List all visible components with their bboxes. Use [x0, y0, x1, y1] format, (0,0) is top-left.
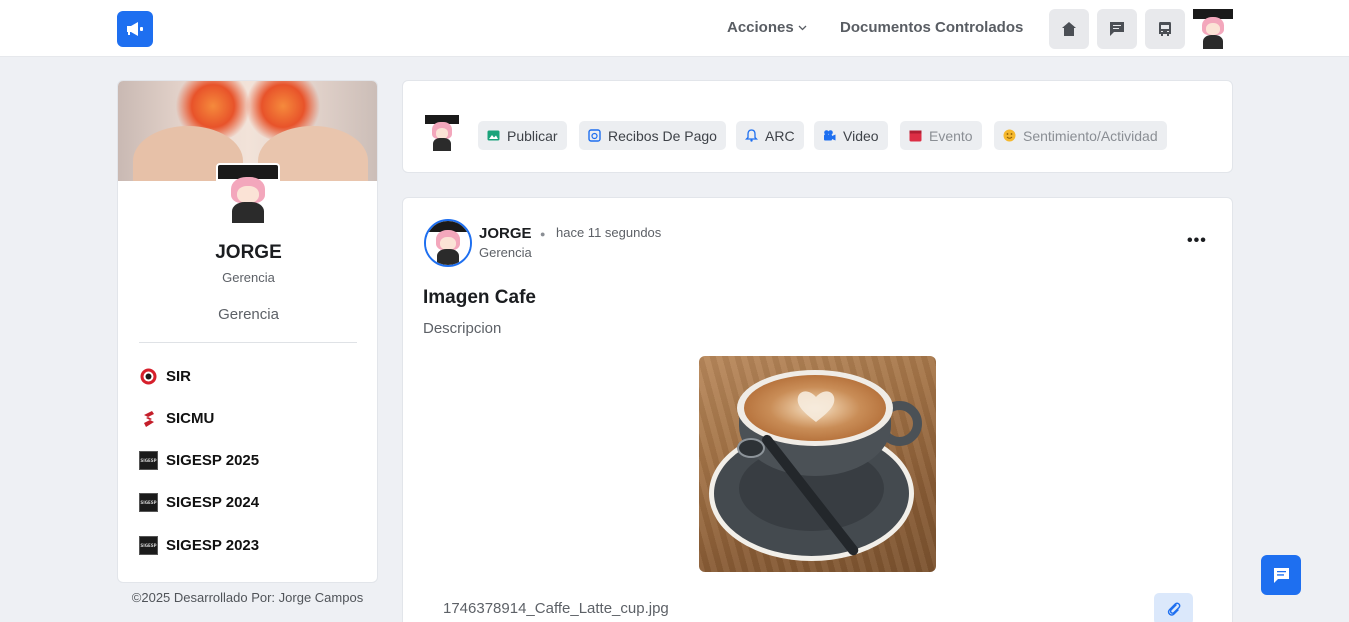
megaphone-icon — [127, 22, 143, 36]
video-icon — [823, 129, 836, 142]
nav-documentos-controlados[interactable]: Documentos Controlados — [840, 19, 1023, 36]
link-sicmu-label: SICMU — [166, 410, 215, 427]
top-navbar: Acciones Documentos Controlados — [0, 0, 1349, 57]
bell-icon — [745, 129, 758, 142]
post-description: Descripcion — [423, 320, 502, 337]
profile-divider — [139, 342, 357, 343]
footer-credit: ©2025 Desarrollado Por: Jorge Campos — [131, 590, 364, 605]
attachment-filename[interactable]: 1746378914_Caffe_Latte_cup.jpg — [443, 600, 669, 617]
calendar-icon — [909, 129, 922, 142]
separator-dot: ● — [540, 229, 546, 239]
link-sigesp-2025[interactable]: SIGESP SIGESP 2025 — [139, 451, 259, 470]
nav-acciones[interactable]: Acciones — [727, 19, 807, 36]
publicar-button[interactable]: Publicar — [478, 121, 567, 150]
more-horizontal-icon[interactable]: ••• — [1187, 232, 1207, 250]
composer-avatar[interactable] — [425, 115, 459, 151]
link-sir-label: SIR — [166, 368, 192, 385]
profile-department: Gerencia — [218, 306, 279, 323]
recibos-de-pago-label: Recibos De Pago — [608, 127, 717, 144]
recibos-de-pago-button[interactable]: Recibos De Pago — [579, 121, 726, 150]
app-logo[interactable] — [117, 11, 153, 47]
video-button[interactable]: Video — [814, 121, 888, 150]
link-sicmu[interactable]: SICMU — [139, 409, 214, 428]
link-sigesp-2024-label: SIGESP 2024 — [166, 494, 260, 511]
post-title: Imagen Cafe — [423, 287, 536, 308]
video-label: Video — [843, 127, 879, 144]
home-button[interactable] — [1049, 9, 1089, 49]
image-icon — [487, 129, 500, 142]
link-sir[interactable]: SIR — [139, 367, 191, 386]
sigesp-icon: SIGESP — [139, 536, 158, 555]
sigesp-icon: SIGESP — [139, 493, 158, 512]
publicar-label: Publicar — [507, 127, 558, 144]
sir-icon — [139, 367, 158, 386]
sentimiento-actividad-button[interactable]: Sentimiento/Actividad — [994, 121, 1167, 150]
receipt-icon — [588, 129, 601, 142]
sentimiento-actividad-label: Sentimiento/Actividad — [1023, 127, 1158, 144]
post-author-avatar[interactable] — [424, 219, 472, 267]
link-sigesp-2023[interactable]: SIGESP SIGESP 2023 — [139, 536, 259, 555]
smiley-icon — [1003, 129, 1016, 142]
sicmu-icon — [139, 409, 158, 428]
arc-button[interactable]: ARC — [736, 121, 804, 150]
transport-button[interactable] — [1145, 9, 1185, 49]
user-avatar[interactable] — [1193, 9, 1233, 49]
link-sigesp-2024[interactable]: SIGESP SIGESP 2024 — [139, 493, 259, 512]
post-card: JORGE ● hace 11 segundos Gerencia ••• Im… — [402, 197, 1233, 622]
attachment-button[interactable] — [1154, 593, 1193, 622]
post-author-name[interactable]: JORGE — [479, 225, 532, 242]
profile-name: JORGE — [215, 242, 282, 263]
chevron-down-icon — [798, 25, 807, 30]
post-image[interactable] — [699, 356, 936, 572]
chat-icon — [1273, 567, 1289, 583]
home-icon — [1062, 22, 1076, 36]
messages-button[interactable] — [1097, 9, 1137, 49]
post-timestamp: hace 11 segundos — [556, 225, 662, 240]
post-composer: Publicar Recibos De Pago ARC Video Event… — [402, 80, 1233, 173]
evento-label: Evento — [929, 127, 973, 144]
post-author-role: Gerencia — [479, 245, 532, 260]
chat-fab-button[interactable] — [1261, 555, 1301, 595]
nav-acciones-label: Acciones — [727, 19, 794, 36]
sigesp-icon: SIGESP — [139, 451, 158, 470]
profile-card: JORGE Gerencia Gerencia SIR SICMU SIGESP… — [117, 80, 378, 583]
profile-role: Gerencia — [222, 270, 275, 285]
message-icon — [1110, 22, 1124, 36]
link-sigesp-2025-label: SIGESP 2025 — [166, 452, 260, 469]
bus-icon — [1159, 22, 1171, 36]
arc-label: ARC — [765, 127, 795, 144]
profile-avatar[interactable] — [216, 163, 280, 225]
paperclip-icon — [1167, 602, 1180, 616]
evento-button[interactable]: Evento — [900, 121, 982, 150]
link-sigesp-2023-label: SIGESP 2023 — [166, 537, 260, 554]
